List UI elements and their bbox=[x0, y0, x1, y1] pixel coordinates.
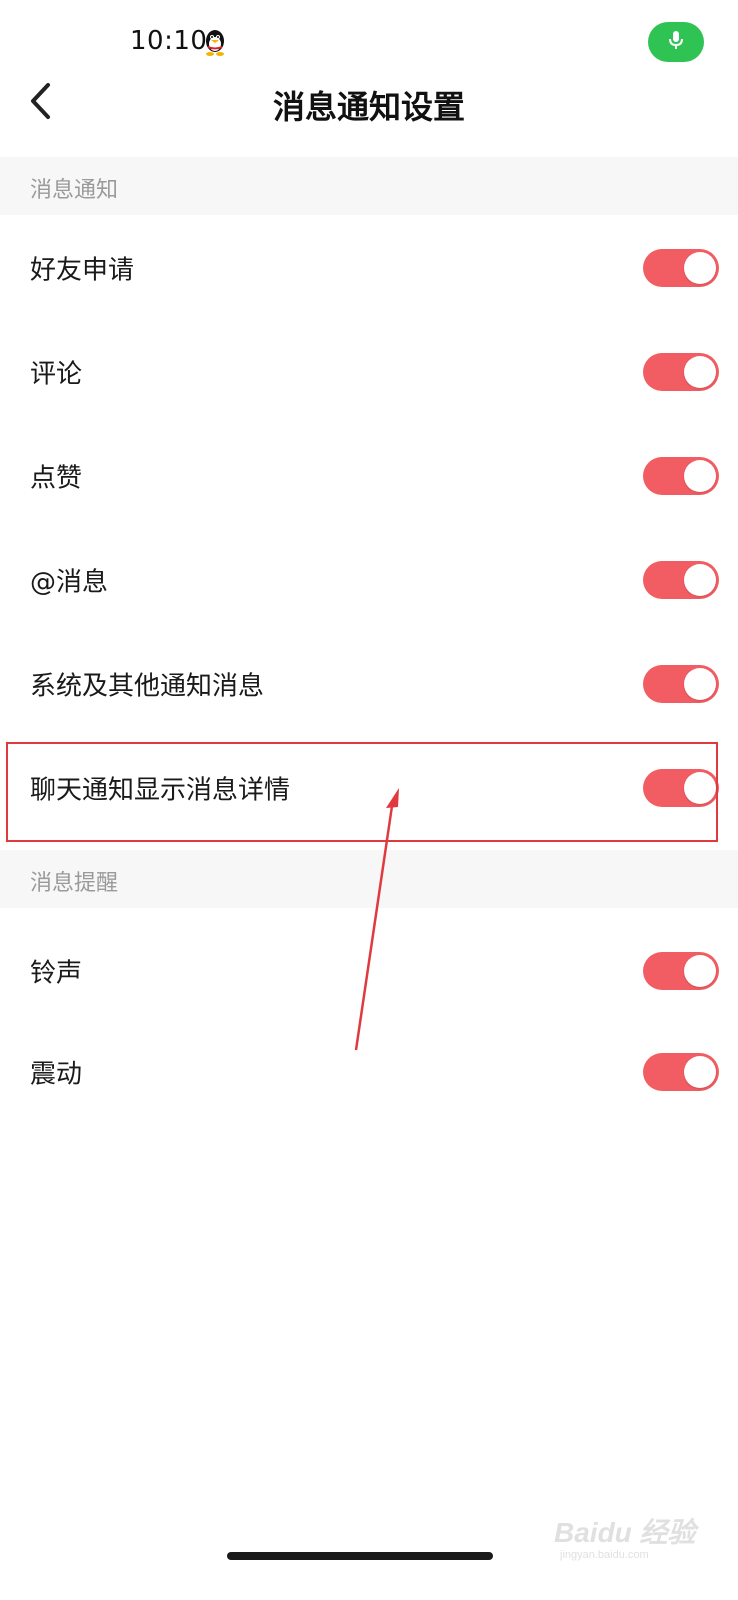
microphone-indicator[interactable] bbox=[648, 22, 704, 62]
setting-row-friend-request: 好友申请 bbox=[0, 216, 738, 320]
toggle-ringtone[interactable] bbox=[643, 952, 719, 990]
toggle-knob bbox=[684, 460, 716, 492]
status-time: 10:10 bbox=[130, 26, 208, 56]
setting-row-chat-message-details: 聊天通知显示消息详情 bbox=[0, 736, 738, 840]
setting-label: @消息 bbox=[30, 567, 109, 598]
toggle-knob bbox=[684, 668, 716, 700]
setting-row-vibrate: 震动 bbox=[0, 1020, 738, 1124]
toggle-knob bbox=[684, 1056, 716, 1088]
setting-label: 点赞 bbox=[30, 463, 83, 494]
setting-row-comments: 评论 bbox=[0, 320, 738, 424]
baidu-watermark: Baidu 经验 jingyan.baidu.com bbox=[554, 1505, 714, 1565]
setting-label: 震动 bbox=[30, 1059, 83, 1090]
section-header-reminders: 消息提醒 bbox=[0, 850, 738, 908]
microphone-icon bbox=[668, 29, 684, 55]
setting-label: 好友申请 bbox=[30, 255, 135, 286]
toggle-knob bbox=[684, 564, 716, 596]
setting-row-ringtone: 铃声 bbox=[0, 919, 738, 1023]
toggle-vibrate[interactable] bbox=[643, 1053, 719, 1091]
setting-row-system-notifications: 系统及其他通知消息 bbox=[0, 632, 738, 736]
section-header-notifications: 消息通知 bbox=[0, 157, 738, 215]
toggle-knob bbox=[684, 772, 716, 804]
toggle-system-notifications[interactable] bbox=[643, 665, 719, 703]
setting-label: 系统及其他通知消息 bbox=[30, 671, 265, 702]
toggle-friend-request[interactable] bbox=[643, 249, 719, 287]
section-title: 消息通知 bbox=[30, 178, 119, 203]
toggle-knob bbox=[684, 252, 716, 284]
toggle-comments[interactable] bbox=[643, 353, 719, 391]
qq-penguin-icon bbox=[202, 28, 228, 56]
setting-row-mentions: @消息 bbox=[0, 528, 738, 632]
setting-row-likes: 点赞 bbox=[0, 424, 738, 528]
page-title: 消息通知设置 bbox=[272, 88, 465, 126]
toggle-mentions[interactable] bbox=[643, 561, 719, 599]
toggle-likes[interactable] bbox=[643, 457, 719, 495]
toggle-knob bbox=[684, 955, 716, 987]
toggle-chat-message-details[interactable] bbox=[643, 769, 719, 807]
setting-label: 铃声 bbox=[30, 958, 83, 989]
nav-bar: 消息通知设置 bbox=[0, 60, 738, 150]
watermark-subtext: jingyan.baidu.com bbox=[560, 1549, 649, 1561]
watermark-text: Baidu 经验 bbox=[554, 1517, 696, 1548]
setting-label: 评论 bbox=[30, 359, 83, 390]
home-indicator[interactable] bbox=[227, 1552, 493, 1560]
setting-label: 聊天通知显示消息详情 bbox=[30, 775, 291, 806]
toggle-knob bbox=[684, 356, 716, 388]
section-title: 消息提醒 bbox=[30, 871, 119, 896]
